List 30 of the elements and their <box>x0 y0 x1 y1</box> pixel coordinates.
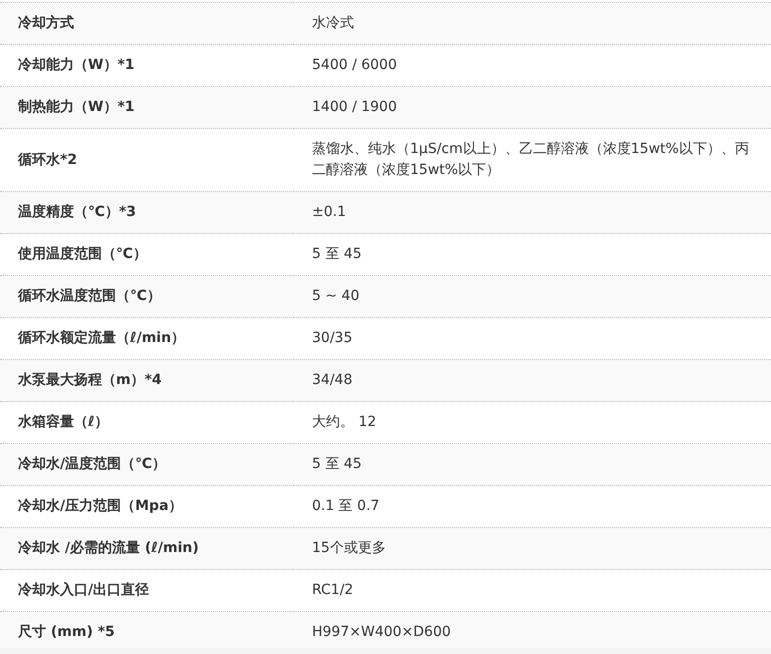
spec-label: 冷却水入口/出口直径 <box>18 581 150 600</box>
spec-value: 30/35 <box>312 329 352 348</box>
spec-label: 水箱容量（ℓ） <box>18 412 109 432</box>
spec-value: 蒸馏水、纯水（1μS/cm以上）、乙二醇溶液（浓度15wt%以下）、丙二醇溶液（浓度15wt%以下） <box>312 140 749 180</box>
spec-label: 使用温度范围（℃） <box>18 244 147 264</box>
spec-label: 循环水温度范围（℃） <box>18 286 161 306</box>
spec-value: 大约。 12 <box>312 413 376 432</box>
spec-label: 冷却能力（W）*1 <box>18 56 135 75</box>
spec-label: 冷却方式 <box>18 14 74 33</box>
spec-value: 1400 / 1900 <box>312 98 397 117</box>
spec-label: 冷却水 /必需的流量 (ℓ/min) <box>18 538 199 558</box>
spec-label: 尺寸 (mm) *5 <box>18 623 115 642</box>
spec-value: RC1/2 <box>312 581 354 600</box>
spec-label: 循环水额定流量（ℓ/min） <box>18 328 186 348</box>
spec-label: 温度精度（℃）*3 <box>18 202 136 222</box>
spec-label: 制热能力（W）*1 <box>18 98 135 117</box>
spec-value: 5 ~ 40 <box>312 287 360 306</box>
spec-value: 5 至 45 <box>312 245 362 264</box>
spec-value: 34/48 <box>312 371 352 390</box>
spec-value: H997×W400×D600 <box>312 623 451 642</box>
spec-value: 5 至 45 <box>312 455 362 474</box>
spec-value: ±0.1 <box>312 203 346 222</box>
spec-label: 冷却水/压力范围（Mpa） <box>18 497 183 516</box>
spec-label: 水泵最大扬程（m）*4 <box>18 371 162 390</box>
spec-value: 0.1 至 0.7 <box>312 497 380 516</box>
spec-value: 水冷式 <box>312 14 354 33</box>
spec-value: 15个或更多 <box>312 539 386 558</box>
spec-label: 冷却水/温度范围（℃） <box>18 454 166 474</box>
spec-label: 循环水*2 <box>18 150 78 170</box>
spec-value: 5400 / 6000 <box>312 56 397 75</box>
